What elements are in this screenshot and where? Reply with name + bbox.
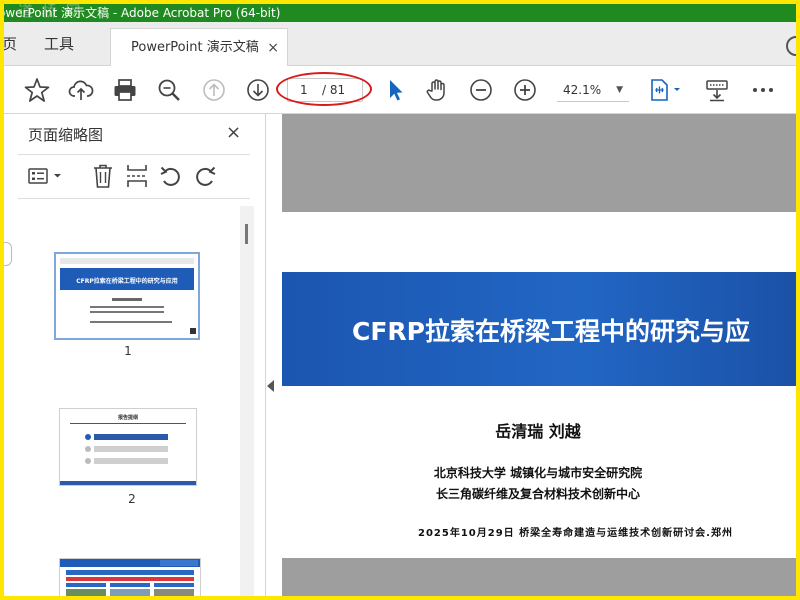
thumbnail-page-2[interactable]: 报告提纲 — [59, 408, 197, 486]
select-cursor-icon[interactable] — [382, 77, 408, 103]
slide-authors: 岳清瑞 刘越 — [495, 422, 581, 441]
slide-affiliation-2: 长三角碳纤维及复合材料技术创新中心 — [435, 487, 640, 501]
close-pane-icon[interactable]: × — [226, 122, 241, 143]
more-options-icon[interactable] — [750, 77, 776, 103]
thumbnail-page-3[interactable] — [59, 558, 201, 596]
tab-document[interactable]: PowerPoint 演示文稿 × — [110, 28, 288, 66]
zoom-out-icon[interactable] — [468, 77, 494, 103]
previous-page-icon[interactable] — [201, 77, 227, 103]
thumbnail-page-number: 1 — [124, 344, 132, 358]
tab-home[interactable]: 页 — [4, 22, 17, 66]
thumbnail-scrollbar[interactable] — [240, 206, 254, 596]
options-menu-icon[interactable] — [26, 162, 66, 190]
extract-page-icon[interactable] — [124, 162, 150, 190]
title-band: CFRP拉索在桥梁工程中的研究与应 — [282, 272, 796, 386]
slide-date-event: 2025年10月29日 桥梁全寿命建造与运维技术创新研讨会.郑州 — [418, 528, 733, 539]
acrobat-window: owerPoint 演示文稿 - Adobe Acrobat Pro (64-b… — [4, 4, 796, 596]
close-tab-icon[interactable]: × — [267, 29, 279, 67]
collapse-pane-icon[interactable] — [267, 380, 274, 392]
keyboard-tool-icon[interactable] — [704, 77, 730, 103]
zoom-out-search-icon[interactable] — [156, 77, 182, 103]
next-page-icon[interactable] — [245, 77, 271, 103]
zoom-level-value: 42.1% — [563, 83, 602, 97]
scrollbar-thumb[interactable] — [245, 224, 248, 244]
thumbnail-1-title: CFRP拉索在桥梁工程中的研究与应用 — [76, 277, 178, 285]
zoom-in-icon[interactable] — [512, 77, 538, 103]
title-bar: owerPoint 演示文稿 - Adobe Acrobat Pro (64-b… — [4, 4, 796, 22]
annotation-ellipse — [276, 72, 372, 106]
watermark-logo: 道 桥 网 — [18, 4, 83, 20]
rotate-clockwise-icon[interactable] — [192, 162, 218, 190]
thumbnail-page-number: 2 — [128, 492, 136, 506]
zoom-level-dropdown[interactable]: 42.1% ▼ — [557, 78, 629, 102]
divider — [18, 198, 250, 199]
document-view[interactable]: CFRP拉索在桥梁工程中的研究与应 岳清瑞 刘越 北京科技大学 城镇化与城市安全… — [282, 114, 796, 596]
thumbnail-2-preview: 报告提纲 — [60, 409, 196, 485]
rotate-counterclockwise-icon[interactable] — [158, 162, 184, 190]
thumbnail-page-1[interactable]: CFRP拉索在桥梁工程中的研究与应用 — [54, 252, 200, 340]
slide-page: CFRP拉索在桥梁工程中的研究与应 岳清瑞 刘越 北京科技大学 城镇化与城市安全… — [282, 212, 796, 558]
star-icon[interactable] — [24, 77, 50, 103]
divider — [18, 154, 250, 155]
pane-title: 页面缩略图 — [28, 126, 104, 144]
slide-title: CFRP拉索在桥梁工程中的研究与应 — [352, 317, 750, 346]
print-icon[interactable] — [112, 77, 138, 103]
cloud-upload-icon[interactable] — [68, 77, 94, 103]
hand-tool-icon[interactable] — [424, 77, 450, 103]
tab-bar: 页 工具 PowerPoint 演示文稿 × — [4, 22, 796, 66]
help-icon[interactable] — [786, 36, 796, 56]
chevron-down-icon: ▼ — [616, 85, 623, 95]
pane-tab-handle[interactable] — [4, 242, 12, 266]
thumbnail-1-preview: CFRP拉索在桥梁工程中的研究与应用 — [56, 254, 198, 338]
page-thumbnails-pane: 页面缩略图 × CFRP拉索在桥梁工程中的研究与应用 1 报告提纲 2 — [4, 114, 266, 596]
tab-tools[interactable]: 工具 — [44, 22, 74, 66]
main-toolbar: 1 / 81 42.1% ▼ — [4, 66, 796, 114]
fit-page-icon[interactable] — [648, 77, 688, 103]
slide-affiliation-1: 北京科技大学 城镇化与城市安全研究院 — [433, 466, 643, 480]
thumbnail-3-preview — [60, 559, 200, 596]
thumbnail-2-title: 报告提纲 — [118, 414, 138, 421]
tab-document-label: PowerPoint 演示文稿 — [131, 40, 259, 55]
delete-page-icon[interactable] — [90, 162, 116, 190]
